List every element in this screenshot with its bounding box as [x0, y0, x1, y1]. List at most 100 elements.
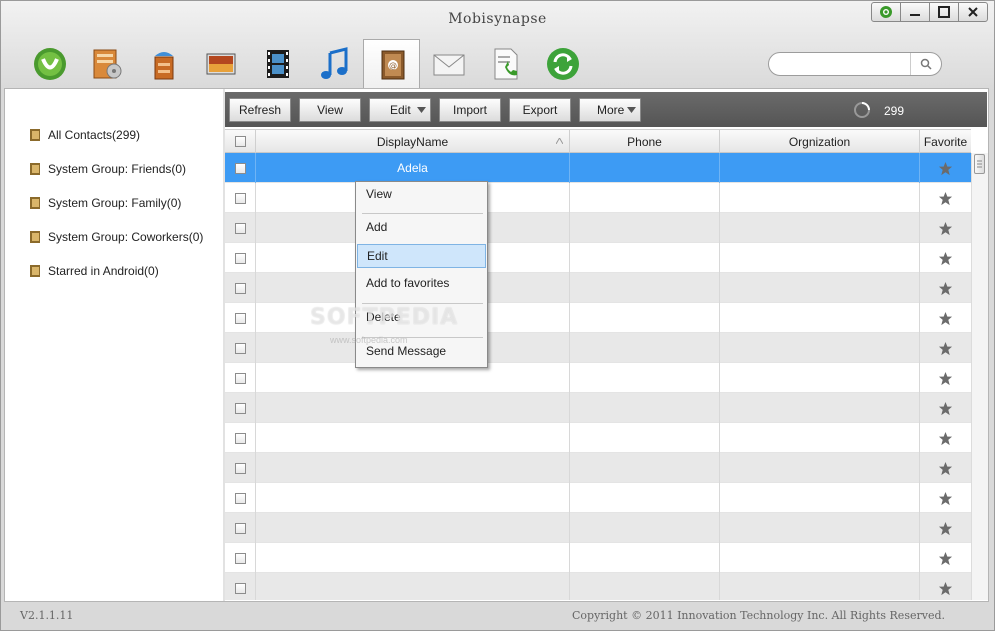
- row-checkbox[interactable]: [234, 402, 246, 414]
- table-row[interactable]: [225, 423, 971, 453]
- phone-cell[interactable]: [570, 243, 720, 273]
- phone-cell[interactable]: [570, 543, 720, 573]
- organization-cell[interactable]: [720, 453, 920, 483]
- row-checkbox[interactable]: [234, 282, 246, 294]
- select-all-checkbox[interactable]: [234, 136, 246, 147]
- maximize-button[interactable]: [929, 2, 959, 22]
- row-checkbox[interactable]: [234, 552, 246, 564]
- organization-cell[interactable]: [720, 273, 920, 303]
- favorite-cell[interactable]: [920, 153, 971, 183]
- minimize-button[interactable]: [900, 2, 930, 22]
- context-menu-add-to-favorites[interactable]: Add to favorites: [357, 271, 486, 295]
- phone-cell[interactable]: [570, 303, 720, 333]
- favorite-cell[interactable]: [920, 183, 971, 213]
- column-header-phone[interactable]: Phone: [570, 130, 720, 153]
- sidebar-item-all-contacts[interactable]: All Contacts(299): [28, 125, 140, 145]
- close-button[interactable]: [958, 2, 988, 22]
- table-row[interactable]: [225, 213, 971, 243]
- favorite-cell[interactable]: [920, 213, 971, 243]
- phone-cell[interactable]: [570, 513, 720, 543]
- import-button[interactable]: Import: [439, 98, 501, 122]
- phone-cell[interactable]: [570, 333, 720, 363]
- phone-cell[interactable]: [570, 153, 720, 183]
- column-header-display-name[interactable]: DisplayName: [256, 130, 570, 153]
- display-name-cell[interactable]: Adela: [256, 153, 570, 183]
- row-checkbox[interactable]: [234, 582, 246, 594]
- row-checkbox[interactable]: [234, 342, 246, 354]
- tool-photos[interactable]: [192, 39, 249, 89]
- table-row[interactable]: [225, 393, 971, 423]
- app-logo-button[interactable]: [871, 2, 901, 22]
- phone-cell[interactable]: [570, 363, 720, 393]
- tool-messages[interactable]: [420, 39, 477, 89]
- display-name-cell[interactable]: [256, 483, 570, 513]
- sidebar-item-coworkers[interactable]: System Group: Coworkers(0): [28, 227, 203, 247]
- sidebar-item-family[interactable]: System Group: Family(0): [28, 193, 181, 213]
- refresh-button[interactable]: Refresh: [229, 98, 291, 122]
- phone-cell[interactable]: [570, 423, 720, 453]
- context-menu-edit[interactable]: Edit: [357, 244, 486, 268]
- tool-sync[interactable]: [534, 39, 591, 89]
- organization-cell[interactable]: [720, 363, 920, 393]
- tool-files[interactable]: [135, 39, 192, 89]
- phone-cell[interactable]: [570, 483, 720, 513]
- row-checkbox[interactable]: [234, 432, 246, 444]
- display-name-cell[interactable]: [256, 543, 570, 573]
- sidebar-item-starred[interactable]: Starred in Android(0): [28, 261, 159, 281]
- table-row[interactable]: [225, 483, 971, 513]
- display-name-cell[interactable]: [256, 573, 570, 600]
- tool-videos[interactable]: [249, 39, 306, 89]
- table-row[interactable]: [225, 453, 971, 483]
- column-header-favorite[interactable]: Favorite: [920, 130, 971, 153]
- display-name-cell[interactable]: [256, 453, 570, 483]
- favorite-cell[interactable]: [920, 273, 971, 303]
- export-button[interactable]: Export: [509, 98, 571, 122]
- table-row[interactable]: [225, 183, 971, 213]
- view-button[interactable]: View: [299, 98, 361, 122]
- search-input[interactable]: [779, 56, 913, 74]
- table-row[interactable]: Adela: [225, 153, 971, 183]
- display-name-cell[interactable]: [256, 423, 570, 453]
- more-dropdown-button[interactable]: More: [579, 98, 641, 122]
- phone-cell[interactable]: [570, 453, 720, 483]
- search-button[interactable]: [910, 53, 941, 75]
- table-row[interactable]: [225, 573, 971, 600]
- row-checkbox[interactable]: [234, 372, 246, 384]
- table-row[interactable]: [225, 243, 971, 273]
- organization-cell[interactable]: [720, 243, 920, 273]
- favorite-cell[interactable]: [920, 423, 971, 453]
- favorite-cell[interactable]: [920, 393, 971, 423]
- display-name-cell[interactable]: [256, 513, 570, 543]
- phone-cell[interactable]: [570, 393, 720, 423]
- phone-cell[interactable]: [570, 213, 720, 243]
- row-checkbox[interactable]: [234, 192, 246, 204]
- context-menu-add[interactable]: Add: [357, 215, 486, 239]
- phone-cell[interactable]: [570, 273, 720, 303]
- edit-dropdown-button[interactable]: Edit: [369, 98, 431, 122]
- display-name-cell[interactable]: [256, 393, 570, 423]
- table-row[interactable]: [225, 513, 971, 543]
- row-checkbox[interactable]: [234, 492, 246, 504]
- tool-home[interactable]: [21, 39, 78, 89]
- column-header-organization[interactable]: Orgnization: [720, 130, 920, 153]
- favorite-cell[interactable]: [920, 363, 971, 393]
- row-checkbox[interactable]: [234, 222, 246, 234]
- organization-cell[interactable]: [720, 543, 920, 573]
- organization-cell[interactable]: [720, 153, 920, 183]
- favorite-cell[interactable]: [920, 573, 971, 600]
- favorite-cell[interactable]: [920, 513, 971, 543]
- favorite-cell[interactable]: [920, 483, 971, 513]
- organization-cell[interactable]: [720, 483, 920, 513]
- phone-cell[interactable]: [570, 573, 720, 600]
- favorite-cell[interactable]: [920, 453, 971, 483]
- table-row[interactable]: [225, 363, 971, 393]
- row-checkbox[interactable]: [234, 312, 246, 324]
- row-checkbox[interactable]: [234, 462, 246, 474]
- organization-cell[interactable]: [720, 573, 920, 600]
- tool-applications[interactable]: [78, 39, 135, 89]
- row-checkbox[interactable]: [234, 252, 246, 264]
- organization-cell[interactable]: [720, 513, 920, 543]
- vertical-scrollbar[interactable]: [971, 153, 988, 600]
- favorite-cell[interactable]: [920, 543, 971, 573]
- row-checkbox[interactable]: [234, 522, 246, 534]
